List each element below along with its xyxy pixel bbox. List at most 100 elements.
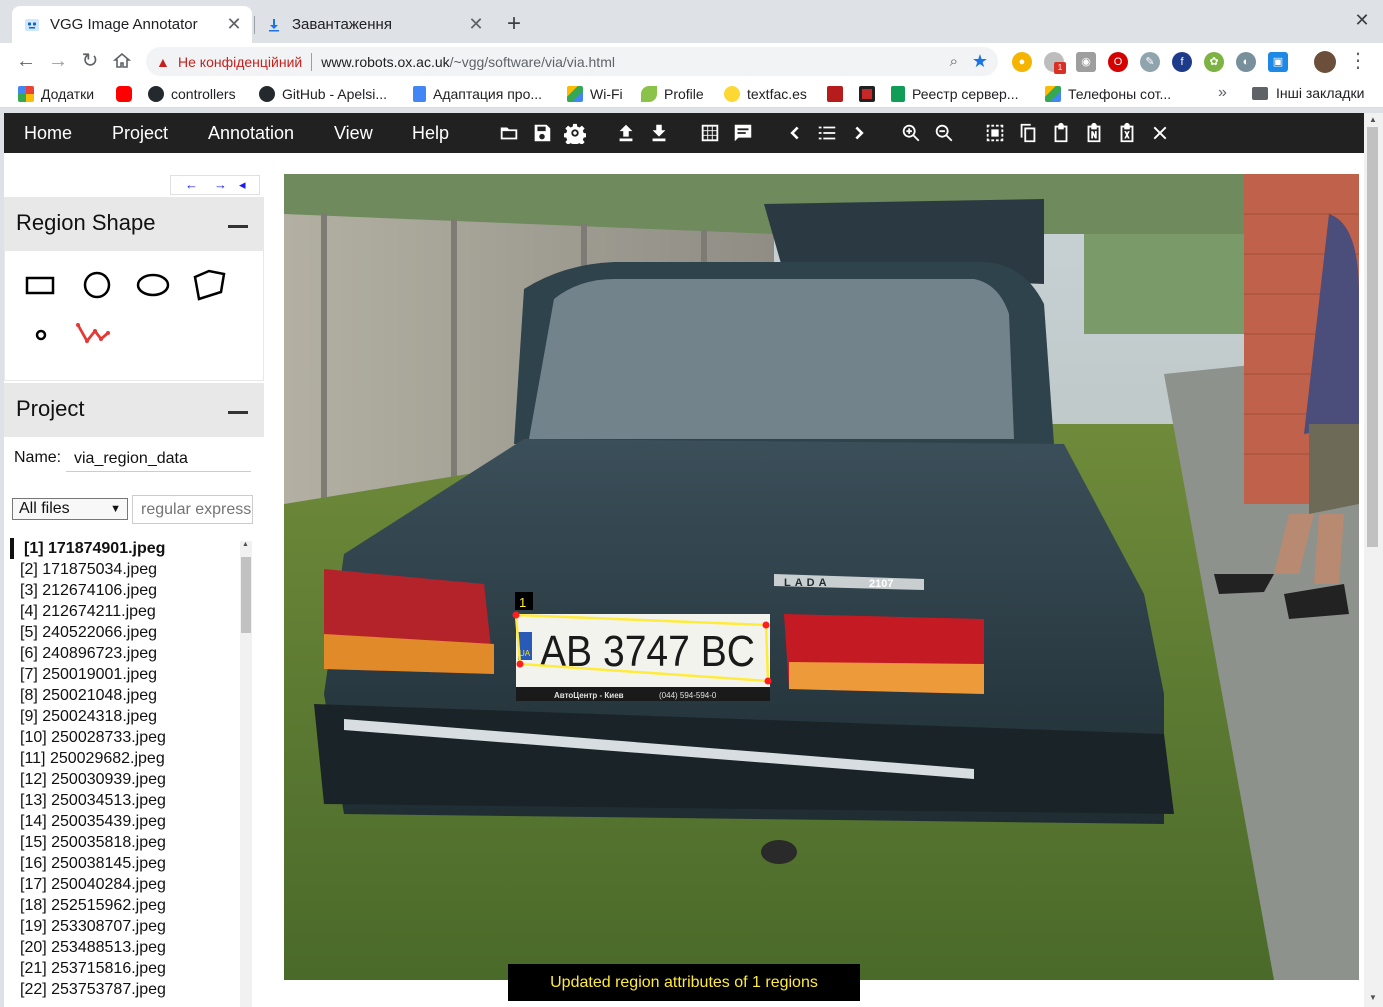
file-list-item[interactable]: [4] 212674211.jpeg: [10, 601, 240, 622]
file-list-item[interactable]: [9] 250024318.jpeg: [10, 706, 240, 727]
polyline-shape-icon[interactable]: [75, 315, 111, 351]
profile-avatar[interactable]: [1314, 51, 1336, 73]
screenshot-extension-icon[interactable]: ▣: [1268, 52, 1288, 72]
bookmark-textfaces[interactable]: textfac.es: [724, 85, 807, 103]
home-icon[interactable]: [108, 47, 136, 75]
download-icon[interactable]: [645, 119, 673, 147]
tab-close-icon[interactable]: ✕: [222, 14, 246, 35]
bookmark-adaptation[interactable]: Адаптация про...: [413, 85, 542, 103]
address-bar[interactable]: ▲ Не конфіденційний www.robots.ox.ac.uk …: [146, 47, 998, 76]
scroll-down-arrow-icon[interactable]: ▼: [1369, 993, 1377, 1002]
panel-collapse-icon[interactable]: ◂: [239, 177, 246, 193]
fedora-extension-icon[interactable]: f: [1172, 52, 1192, 72]
polygon-shape-icon[interactable]: [191, 267, 227, 303]
bookmark-youtube[interactable]: [116, 85, 139, 103]
warning-triangle-icon[interactable]: ▲: [156, 54, 174, 70]
leaf-extension-icon[interactable]: ✿: [1204, 52, 1224, 72]
opera-extension-icon[interactable]: O: [1108, 52, 1128, 72]
file-list-item[interactable]: [1] 171874901.jpeg: [10, 538, 240, 559]
ellipse-shape-icon[interactable]: [135, 267, 171, 303]
menu-help[interactable]: Help: [412, 113, 449, 153]
file-list-item[interactable]: [13] 250034513.jpeg: [10, 790, 240, 811]
browser-menu-kebab-icon[interactable]: ⋮: [1348, 47, 1368, 75]
annotation-editor-icon[interactable]: [729, 119, 757, 147]
file-list-item[interactable]: [10] 250028733.jpeg: [10, 727, 240, 748]
delete-region-icon[interactable]: [1113, 119, 1141, 147]
bookmark-registry[interactable]: Реестр сервер...: [891, 85, 1018, 103]
tab-downloads[interactable]: Завантаження ✕: [254, 6, 494, 43]
menu-project[interactable]: Project: [112, 113, 168, 153]
file-list-item[interactable]: [6] 240896723.jpeg: [10, 643, 240, 664]
rectangle-shape-icon[interactable]: [23, 267, 59, 303]
file-list-scrollbar[interactable]: ▲: [240, 541, 252, 1007]
file-list-item[interactable]: [21] 253715816.jpeg: [10, 958, 240, 979]
image-canvas[interactable]: LADA 2107 UA AB 3747 BC АвтоЦентр - Киев…: [284, 174, 1359, 980]
prev-image-chevron-icon[interactable]: [780, 119, 808, 147]
file-list-item[interactable]: [11] 250029682.jpeg: [10, 748, 240, 769]
circle-shape-icon[interactable]: [79, 267, 115, 303]
bookmark-wifi[interactable]: Wi-Fi: [567, 85, 623, 103]
menu-view[interactable]: View: [334, 113, 373, 153]
file-list-item[interactable]: [5] 240522066.jpeg: [10, 622, 240, 643]
open-folder-icon[interactable]: [495, 119, 523, 147]
bookmark-star-icon[interactable]: ★: [972, 51, 988, 72]
menu-annotation[interactable]: Annotation: [208, 113, 294, 153]
settings-gear-icon[interactable]: [561, 119, 589, 147]
project-header[interactable]: Project: [4, 383, 264, 437]
paste-region-icon[interactable]: [1047, 119, 1075, 147]
zoom-magnifier-icon[interactable]: ⌕: [950, 53, 958, 70]
file-list-item[interactable]: [2] 171875034.jpeg: [10, 559, 240, 580]
file-filter-select[interactable]: All files ▼: [12, 498, 128, 520]
next-image-chevron-icon[interactable]: [846, 119, 874, 147]
feather-extension-icon[interactable]: ✎: [1140, 52, 1160, 72]
point-shape-icon[interactable]: [23, 317, 59, 353]
back-arrow-icon[interactable]: ←: [12, 47, 40, 75]
cookie-extension-icon[interactable]: ●: [1012, 52, 1032, 72]
scroll-thumb[interactable]: [1367, 127, 1378, 547]
bookmark-up[interactable]: [827, 85, 850, 103]
tab-close-icon[interactable]: ✕: [464, 14, 488, 35]
panel-prev-arrow-icon[interactable]: ←: [185, 177, 198, 192]
select-all-regions-icon[interactable]: [981, 119, 1009, 147]
zoom-out-icon[interactable]: [930, 119, 958, 147]
reload-icon[interactable]: ↻: [76, 47, 104, 75]
collapse-minus-icon[interactable]: [228, 225, 248, 228]
menu-home[interactable]: Home: [24, 113, 72, 153]
shield-extension-icon[interactable]: 1: [1044, 52, 1066, 74]
file-list-item[interactable]: [20] 253488513.jpeg: [10, 937, 240, 958]
zoom-in-icon[interactable]: [897, 119, 925, 147]
file-list-item[interactable]: [16] 250038145.jpeg: [10, 853, 240, 874]
panel-next-arrow-icon[interactable]: →: [214, 177, 227, 192]
tab-vgg-image-annotator[interactable]: VGG Image Annotator ✕: [12, 6, 252, 43]
camera-extension-icon[interactable]: ◉: [1076, 52, 1096, 72]
image-list-icon[interactable]: [813, 119, 841, 147]
region-shape-header[interactable]: Region Shape: [4, 197, 264, 251]
bookmark-apps[interactable]: Додатки: [18, 85, 94, 103]
page-scrollbar[interactable]: ▲ ▼: [1364, 113, 1383, 1007]
file-list-item[interactable]: [18] 252515962.jpeg: [10, 895, 240, 916]
bookmarks-more-chevron-icon[interactable]: »: [1218, 84, 1227, 102]
scroll-up-arrow-icon[interactable]: ▲: [1369, 115, 1377, 124]
file-list-item[interactable]: [19] 253308707.jpeg: [10, 916, 240, 937]
forward-arrow-icon[interactable]: →: [44, 47, 72, 75]
collapse-minus-icon[interactable]: [228, 411, 248, 414]
bookmark-github-apelsi[interactable]: GitHub - Apelsi...: [259, 85, 387, 103]
save-icon[interactable]: [528, 119, 556, 147]
window-close-icon[interactable]: ✕: [1350, 8, 1374, 32]
file-list-item[interactable]: [22] 253753787.jpeg: [10, 979, 240, 1000]
paste-n-region-icon[interactable]: [1080, 119, 1108, 147]
new-tab-plus-icon[interactable]: +: [500, 10, 528, 38]
file-list-item[interactable]: [17] 250040284.jpeg: [10, 874, 240, 895]
project-name-input[interactable]: [66, 446, 251, 472]
upload-icon[interactable]: [612, 119, 640, 147]
other-bookmarks[interactable]: Інші закладки: [1252, 85, 1364, 101]
file-list-item[interactable]: [7] 250019001.jpeg: [10, 664, 240, 685]
bookmark-profile[interactable]: Profile: [641, 85, 704, 103]
file-list-item[interactable]: [15] 250035818.jpeg: [10, 832, 240, 853]
bookmark-calendar[interactable]: [859, 85, 882, 103]
bookmark-controllers[interactable]: controllers: [148, 85, 236, 103]
file-filter-regex-input[interactable]: [132, 495, 253, 524]
file-list-item[interactable]: [8] 250021048.jpeg: [10, 685, 240, 706]
file-list-item[interactable]: [12] 250030939.jpeg: [10, 769, 240, 790]
grid-view-icon[interactable]: [696, 119, 724, 147]
